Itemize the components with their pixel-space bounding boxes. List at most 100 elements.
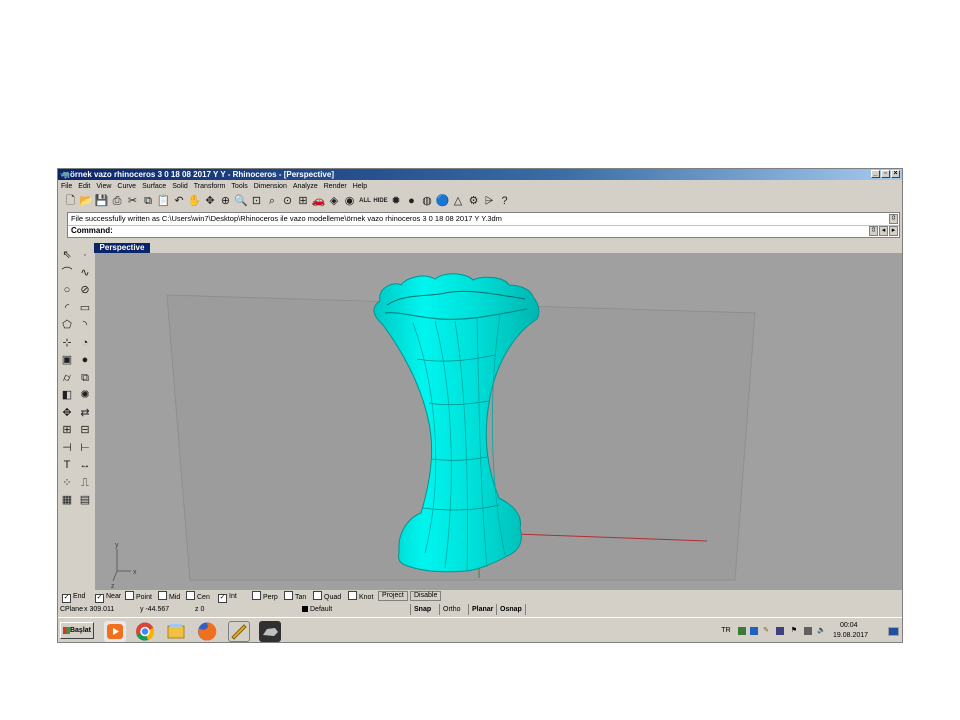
box-icon[interactable]: ▣: [59, 352, 75, 368]
osnap-checkbox[interactable]: [252, 591, 261, 600]
surface-point-icon[interactable]: ⊹: [59, 335, 75, 351]
restore-button[interactable]: ▫: [881, 170, 890, 178]
command-scroll-icon[interactable]: ⇳: [869, 226, 878, 236]
rotate-view-icon[interactable]: ✥: [203, 193, 218, 209]
perspective-viewport[interactable]: y x z: [95, 253, 903, 590]
polyline-icon[interactable]: ⌒: [59, 265, 75, 281]
copy-icon[interactable]: ⧉: [141, 193, 156, 209]
zoom-selected-icon[interactable]: ⌕: [265, 193, 280, 209]
osnap-cen[interactable]: Cen: [186, 591, 210, 603]
menu-dimension[interactable]: Dimension: [251, 181, 290, 192]
shaded-sphere-icon[interactable]: ●: [404, 193, 419, 209]
osnap-checkbox[interactable]: ✓: [218, 594, 227, 603]
split-icon[interactable]: ⊣: [59, 440, 75, 456]
menu-surface[interactable]: Surface: [139, 181, 169, 192]
snap-toggle[interactable]: Snap: [410, 604, 434, 615]
hide-label[interactable]: HIDE: [373, 193, 388, 209]
print-icon[interactable]: ⎙: [110, 193, 125, 209]
render-icon[interactable]: ▦: [59, 492, 75, 508]
paste-icon[interactable]: 📋: [156, 193, 171, 209]
history-scroll-icon[interactable]: ⇳: [889, 214, 898, 224]
osnap-mid[interactable]: Mid: [158, 591, 180, 603]
save-icon[interactable]: 💾: [94, 193, 109, 209]
text-icon[interactable]: T: [59, 457, 75, 473]
show-objects-icon[interactable]: ◉: [342, 193, 357, 209]
menu-curve[interactable]: Curve: [114, 181, 139, 192]
select-arrow-icon[interactable]: ⇖: [59, 247, 75, 263]
right-arrow-icon[interactable]: ▸: [889, 226, 898, 236]
viewport-tab[interactable]: Perspective: [94, 243, 150, 253]
display-icon[interactable]: [776, 627, 784, 635]
menu-analyze[interactable]: Analyze: [290, 181, 321, 192]
osnap-near[interactable]: ✓ Near: [95, 591, 121, 603]
hide-objects-icon[interactable]: ◈: [327, 193, 342, 209]
rhino-tool-icon[interactable]: [228, 621, 250, 642]
cylinder-icon[interactable]: ⌭: [59, 370, 75, 386]
project-button[interactable]: Project: [378, 591, 408, 601]
left-arrow-icon[interactable]: ◂: [879, 226, 888, 236]
curve-icon[interactable]: ∿: [77, 265, 93, 281]
network-icon[interactable]: [738, 627, 746, 635]
osnap-checkbox[interactable]: [284, 591, 293, 600]
flag-icon[interactable]: ⚑: [790, 627, 798, 635]
menu-help[interactable]: Help: [350, 181, 370, 192]
car-object-icon[interactable]: 🚗: [311, 193, 326, 209]
boolean-icon[interactable]: ◧: [59, 387, 75, 403]
move-icon[interactable]: ✥: [59, 405, 75, 421]
surface-edit-icon[interactable]: ◔: [77, 335, 93, 351]
rectangle-icon[interactable]: ▭: [77, 300, 93, 316]
osnap-point[interactable]: Point: [125, 591, 152, 603]
menu-tools[interactable]: Tools: [228, 181, 250, 192]
show-all-label[interactable]: ALL: [358, 193, 373, 209]
zoom-target-icon[interactable]: ⊙: [280, 193, 295, 209]
osnap-quad[interactable]: Quad: [313, 591, 341, 603]
zoom-extents-icon[interactable]: ⊡: [249, 193, 264, 209]
light-icon[interactable]: △: [451, 193, 466, 209]
layer-icon[interactable]: ⩥: [482, 193, 497, 209]
minimize-button[interactable]: _: [871, 170, 880, 178]
control-points-icon[interactable]: ⁘: [59, 475, 75, 491]
analyze-icon[interactable]: ⎍: [77, 475, 93, 491]
render-sphere-icon[interactable]: ◍: [420, 193, 435, 209]
osnap-end[interactable]: ✓ End: [62, 591, 85, 603]
polygon-icon[interactable]: ⬠: [59, 317, 75, 333]
osnap-int[interactable]: ✓ Int: [218, 591, 237, 603]
extrude-icon[interactable]: ⧉: [77, 370, 93, 386]
language-indicator[interactable]: TR: [720, 627, 732, 635]
cut-icon[interactable]: ✂: [125, 193, 140, 209]
zoom-window-icon[interactable]: 🔍: [234, 193, 249, 209]
color-wheel-icon[interactable]: ✹: [389, 193, 404, 209]
start-button[interactable]: Başlat: [60, 622, 94, 639]
arc-icon[interactable]: ◜: [59, 300, 75, 316]
firefox-icon[interactable]: [196, 621, 218, 642]
pen-tray-icon[interactable]: ✎: [762, 627, 770, 635]
media-player-icon[interactable]: [104, 621, 126, 642]
ortho-toggle[interactable]: Ortho: [439, 604, 464, 615]
clock-date[interactable]: 19.08.2017: [833, 631, 868, 640]
mirror-icon[interactable]: ⇄: [77, 405, 93, 421]
sphere-icon[interactable]: ●: [77, 352, 93, 368]
command-prompt[interactable]: Command:: [71, 226, 113, 236]
current-layer[interactable]: Default: [302, 604, 332, 615]
show-desktop-button[interactable]: [888, 627, 899, 636]
clock-time[interactable]: 00:04: [840, 621, 858, 630]
osnap-checkbox[interactable]: [125, 591, 134, 600]
osnap-checkbox[interactable]: [313, 591, 322, 600]
settings-gear-icon[interactable]: ⚙: [466, 193, 481, 209]
new-file-icon[interactable]: 🗋: [63, 193, 78, 209]
osnap-checkbox[interactable]: [158, 591, 167, 600]
help-icon[interactable]: ?: [497, 193, 512, 209]
zoom-dynamic-icon[interactable]: ⊕: [218, 193, 233, 209]
undo-icon[interactable]: ↶: [172, 193, 187, 209]
disable-button[interactable]: Disable: [410, 591, 442, 601]
trim-icon[interactable]: ⊢: [77, 440, 93, 456]
close-button[interactable]: ×: [891, 170, 900, 178]
osnap-checkbox[interactable]: ✓: [62, 594, 71, 603]
action-center-icon[interactable]: [804, 627, 812, 635]
chrome-icon[interactable]: [134, 621, 156, 642]
menu-solid[interactable]: Solid: [169, 181, 191, 192]
circle-icon[interactable]: ○: [59, 282, 75, 298]
explorer-folder-icon[interactable]: [165, 621, 187, 642]
viewport-canvas[interactable]: y x z: [95, 253, 903, 590]
planar-toggle[interactable]: Planar: [468, 604, 496, 615]
